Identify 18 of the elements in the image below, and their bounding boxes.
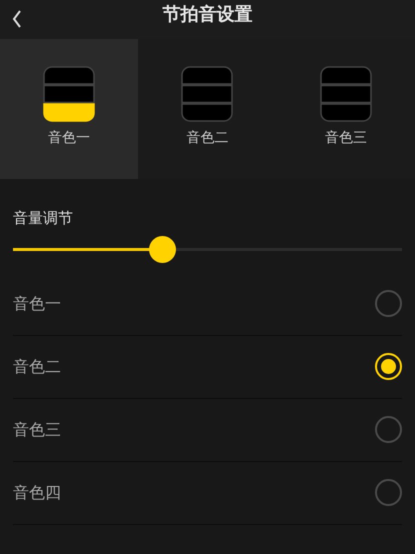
- radio-button[interactable]: [375, 479, 402, 506]
- tone-icon: [181, 66, 234, 122]
- tone-tile[interactable]: 音色一: [0, 39, 138, 179]
- tone-icon: [320, 66, 372, 122]
- page-title: 节拍音设置: [162, 3, 252, 27]
- slider-thumb[interactable]: [149, 236, 176, 262]
- tone-option-label: 音色四: [13, 482, 61, 504]
- volume-slider[interactable]: [13, 236, 402, 262]
- radio-button[interactable]: [375, 416, 402, 443]
- back-icon: [12, 10, 22, 28]
- tone-tile[interactable]: 音色三: [276, 39, 415, 179]
- tone-option-label: 音色二: [13, 356, 61, 378]
- tone-option-label: 音色三: [13, 418, 61, 440]
- volume-label: 音量调节: [13, 208, 74, 229]
- tone-tile[interactable]: 音色二: [138, 39, 277, 179]
- tone-option-label: 音色一: [13, 292, 61, 314]
- tone-icon: [43, 66, 96, 122]
- radio-button[interactable]: [375, 290, 402, 317]
